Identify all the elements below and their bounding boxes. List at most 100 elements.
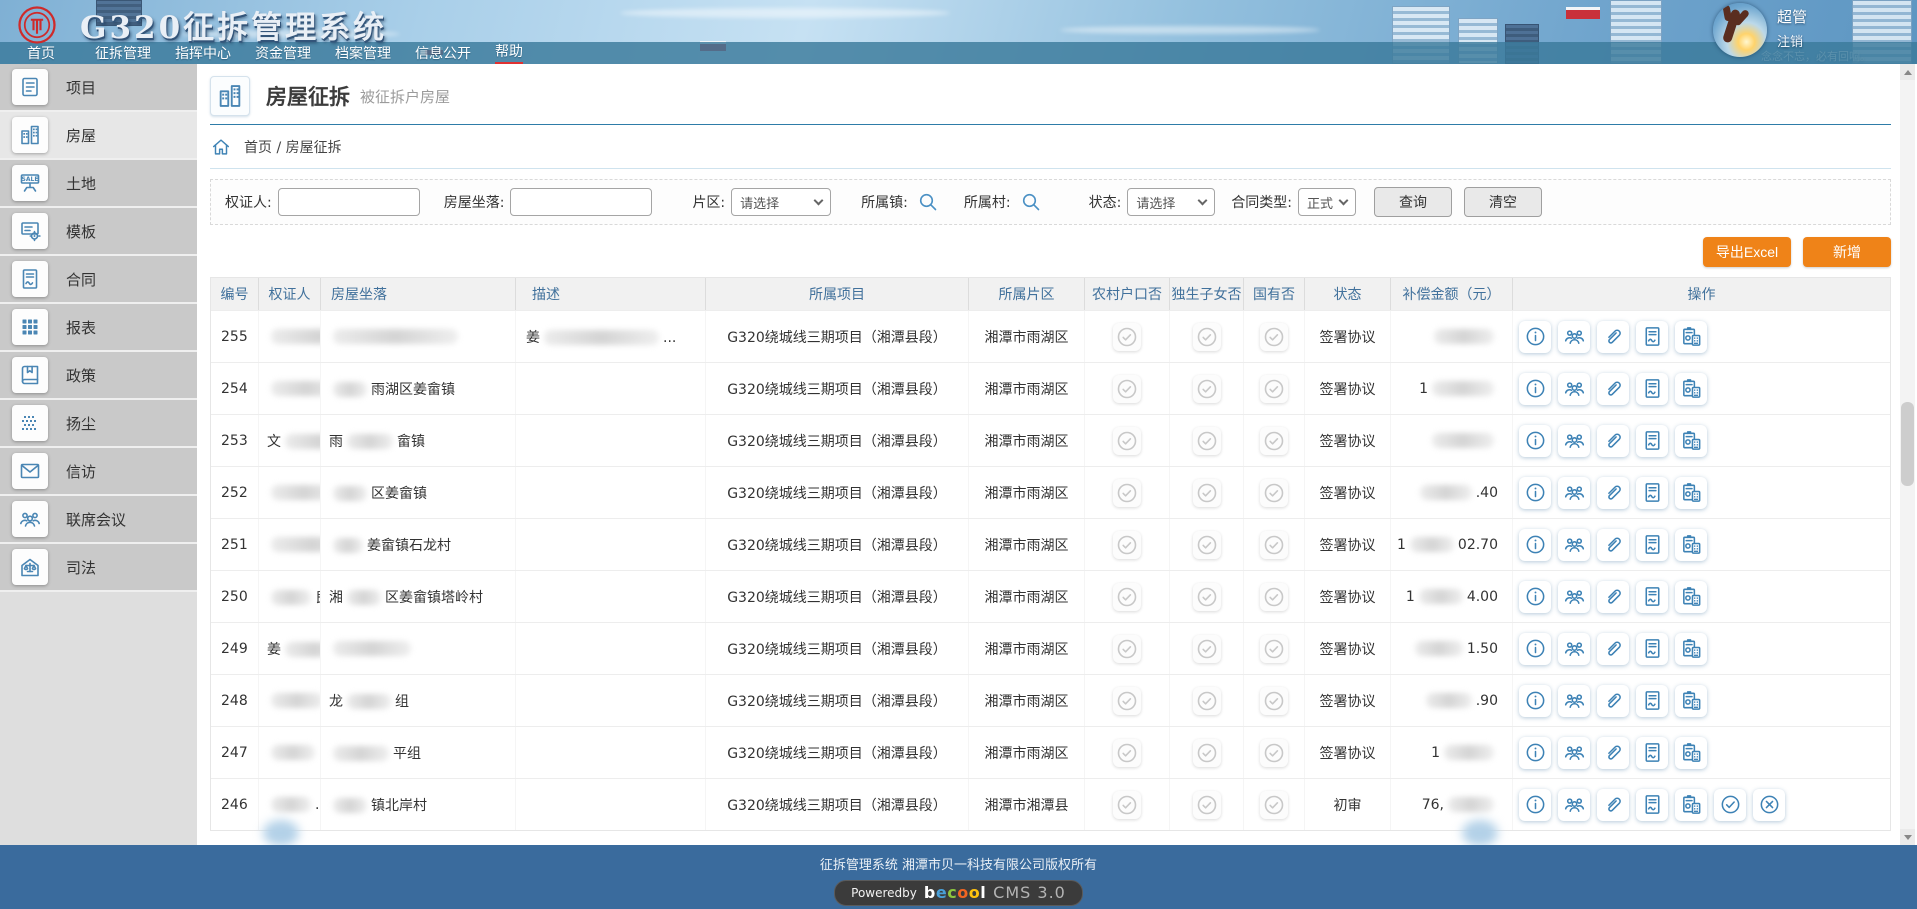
owner-filter-input[interactable]	[278, 188, 420, 216]
cell-amount	[1391, 415, 1513, 466]
contract-doc-action-button[interactable]	[1636, 633, 1668, 665]
gray-check-icon	[1195, 689, 1219, 713]
info-action-button[interactable]	[1519, 425, 1551, 457]
contract-icon	[12, 261, 48, 297]
export-excel-button[interactable]: 导出Excel	[1703, 237, 1791, 267]
home-icon[interactable]	[210, 136, 232, 158]
info-action-button[interactable]	[1519, 737, 1551, 769]
sidebar-item-土地[interactable]: SALE土地	[0, 160, 197, 208]
town-search-icon[interactable]	[916, 190, 940, 214]
info-action-button[interactable]	[1519, 685, 1551, 717]
members-action-button[interactable]	[1558, 529, 1590, 561]
calculator-action-button[interactable]	[1675, 425, 1707, 457]
attachment-action-button[interactable]	[1597, 373, 1629, 405]
sidebar-item-报表[interactable]: 报表	[0, 304, 197, 352]
contract-doc-action-button[interactable]	[1636, 737, 1668, 769]
scroll-down-arrow[interactable]	[1900, 829, 1915, 845]
contract-doc-action-button[interactable]	[1636, 373, 1668, 405]
status-select[interactable]: 请选择	[1127, 188, 1215, 216]
contract-doc-action-button[interactable]	[1636, 425, 1668, 457]
brand-letter: c	[947, 883, 957, 902]
location-filter-input[interactable]	[510, 188, 652, 216]
calculator-action-button[interactable]	[1675, 789, 1707, 821]
contract-type-select[interactable]: 正式	[1298, 188, 1356, 216]
user-name[interactable]: 超管	[1777, 6, 1907, 27]
sidebar-item-模板[interactable]: 模板	[0, 208, 197, 256]
sidebar-item-label: 项目	[66, 77, 96, 98]
gray-check-icon	[1260, 739, 1288, 767]
sidebar-item-合同[interactable]: 合同	[0, 256, 197, 304]
attachment-action-button[interactable]	[1597, 477, 1629, 509]
contract-doc-action-button[interactable]	[1636, 685, 1668, 717]
info-action-button[interactable]	[1519, 633, 1551, 665]
members-action-button[interactable]	[1558, 633, 1590, 665]
info-action-button[interactable]	[1519, 321, 1551, 353]
attachment-action-button[interactable]	[1597, 529, 1629, 561]
info-action-button[interactable]	[1519, 581, 1551, 613]
search-button[interactable]: 查询	[1374, 187, 1452, 217]
members-action-button[interactable]	[1558, 425, 1590, 457]
calculator-action-button[interactable]	[1675, 685, 1707, 717]
breadcrumb-text[interactable]: 首页 / 房屋征拆	[244, 137, 342, 157]
attachment-action-button[interactable]	[1597, 581, 1629, 613]
attachment-action-button[interactable]	[1597, 425, 1629, 457]
calculator-action-button[interactable]	[1675, 581, 1707, 613]
area-select[interactable]: 请选择	[731, 188, 831, 216]
logout-link[interactable]: 注销	[1777, 31, 1907, 50]
members-action-button[interactable]	[1558, 737, 1590, 769]
sidebar-item-信访[interactable]: 信访	[0, 448, 197, 496]
scroll-up-arrow[interactable]	[1900, 64, 1915, 80]
info-action-button[interactable]	[1519, 373, 1551, 405]
calculator-action-button[interactable]	[1675, 373, 1707, 405]
members-action-button[interactable]	[1558, 373, 1590, 405]
calculator-icon	[1680, 377, 1703, 400]
members-action-button[interactable]	[1558, 581, 1590, 613]
calculator-action-button[interactable]	[1675, 529, 1707, 561]
calculator-icon	[1680, 325, 1703, 348]
add-button[interactable]: 新增	[1803, 237, 1891, 267]
meeting-icon	[18, 507, 42, 531]
sidebar-item-联席会议[interactable]: 联席会议	[0, 496, 197, 544]
calculator-action-button[interactable]	[1675, 477, 1707, 509]
scrollbar-thumb[interactable]	[1901, 402, 1914, 486]
village-search-icon[interactable]	[1019, 190, 1043, 214]
attachment-action-button[interactable]	[1597, 789, 1629, 821]
attachment-action-button[interactable]	[1597, 685, 1629, 717]
calculator-action-button[interactable]	[1675, 737, 1707, 769]
cell-district: 湘潭市雨湖区	[969, 623, 1085, 674]
members-action-button[interactable]	[1558, 685, 1590, 717]
reject-action-button[interactable]	[1753, 789, 1785, 821]
contract-doc-action-button[interactable]	[1636, 477, 1668, 509]
contract-doc-action-button[interactable]	[1636, 581, 1668, 613]
contract-doc-action-button[interactable]	[1636, 789, 1668, 821]
sidebar-item-房屋[interactable]: 房屋	[0, 112, 197, 160]
clear-button[interactable]: 清空	[1464, 187, 1542, 217]
info-action-button[interactable]	[1519, 477, 1551, 509]
cell-actions	[1513, 363, 1890, 414]
calculator-action-button[interactable]	[1675, 321, 1707, 353]
attachment-action-button[interactable]	[1597, 737, 1629, 769]
attachment-action-button[interactable]	[1597, 321, 1629, 353]
calculator-action-button[interactable]	[1675, 633, 1707, 665]
attachment-action-button[interactable]	[1597, 633, 1629, 665]
sidebar-item-扬尘[interactable]: 扬尘	[0, 400, 197, 448]
sidebar-item-项目[interactable]: 项目	[0, 64, 197, 112]
blurred-text	[1410, 537, 1454, 552]
approve-action-button[interactable]	[1714, 789, 1746, 821]
footer: 征拆管理系统 湘潭市贝一科技有限公司版权所有 Poweredby becool …	[0, 845, 1917, 909]
user-avatar[interactable]	[1713, 3, 1767, 57]
contract-doc-action-button[interactable]	[1636, 529, 1668, 561]
nav-item-信息公开[interactable]: 信息公开	[415, 43, 471, 63]
table-row-251: 251姜畲镇石龙村G320绕城线三期项目（湘潭县段）湘潭市雨湖区签署协议102.…	[211, 518, 1890, 570]
info-action-button[interactable]	[1519, 789, 1551, 821]
members-action-button[interactable]	[1558, 477, 1590, 509]
nav-item-帮助[interactable]: 帮助	[495, 41, 523, 64]
members-action-button[interactable]	[1558, 321, 1590, 353]
info-action-button[interactable]	[1519, 529, 1551, 561]
calculator-icon	[1680, 793, 1703, 816]
cell-location	[321, 311, 516, 362]
sidebar-item-司法[interactable]: 司法	[0, 544, 197, 592]
sidebar-item-政策[interactable]: 政策	[0, 352, 197, 400]
members-action-button[interactable]	[1558, 789, 1590, 821]
contract-doc-action-button[interactable]	[1636, 321, 1668, 353]
